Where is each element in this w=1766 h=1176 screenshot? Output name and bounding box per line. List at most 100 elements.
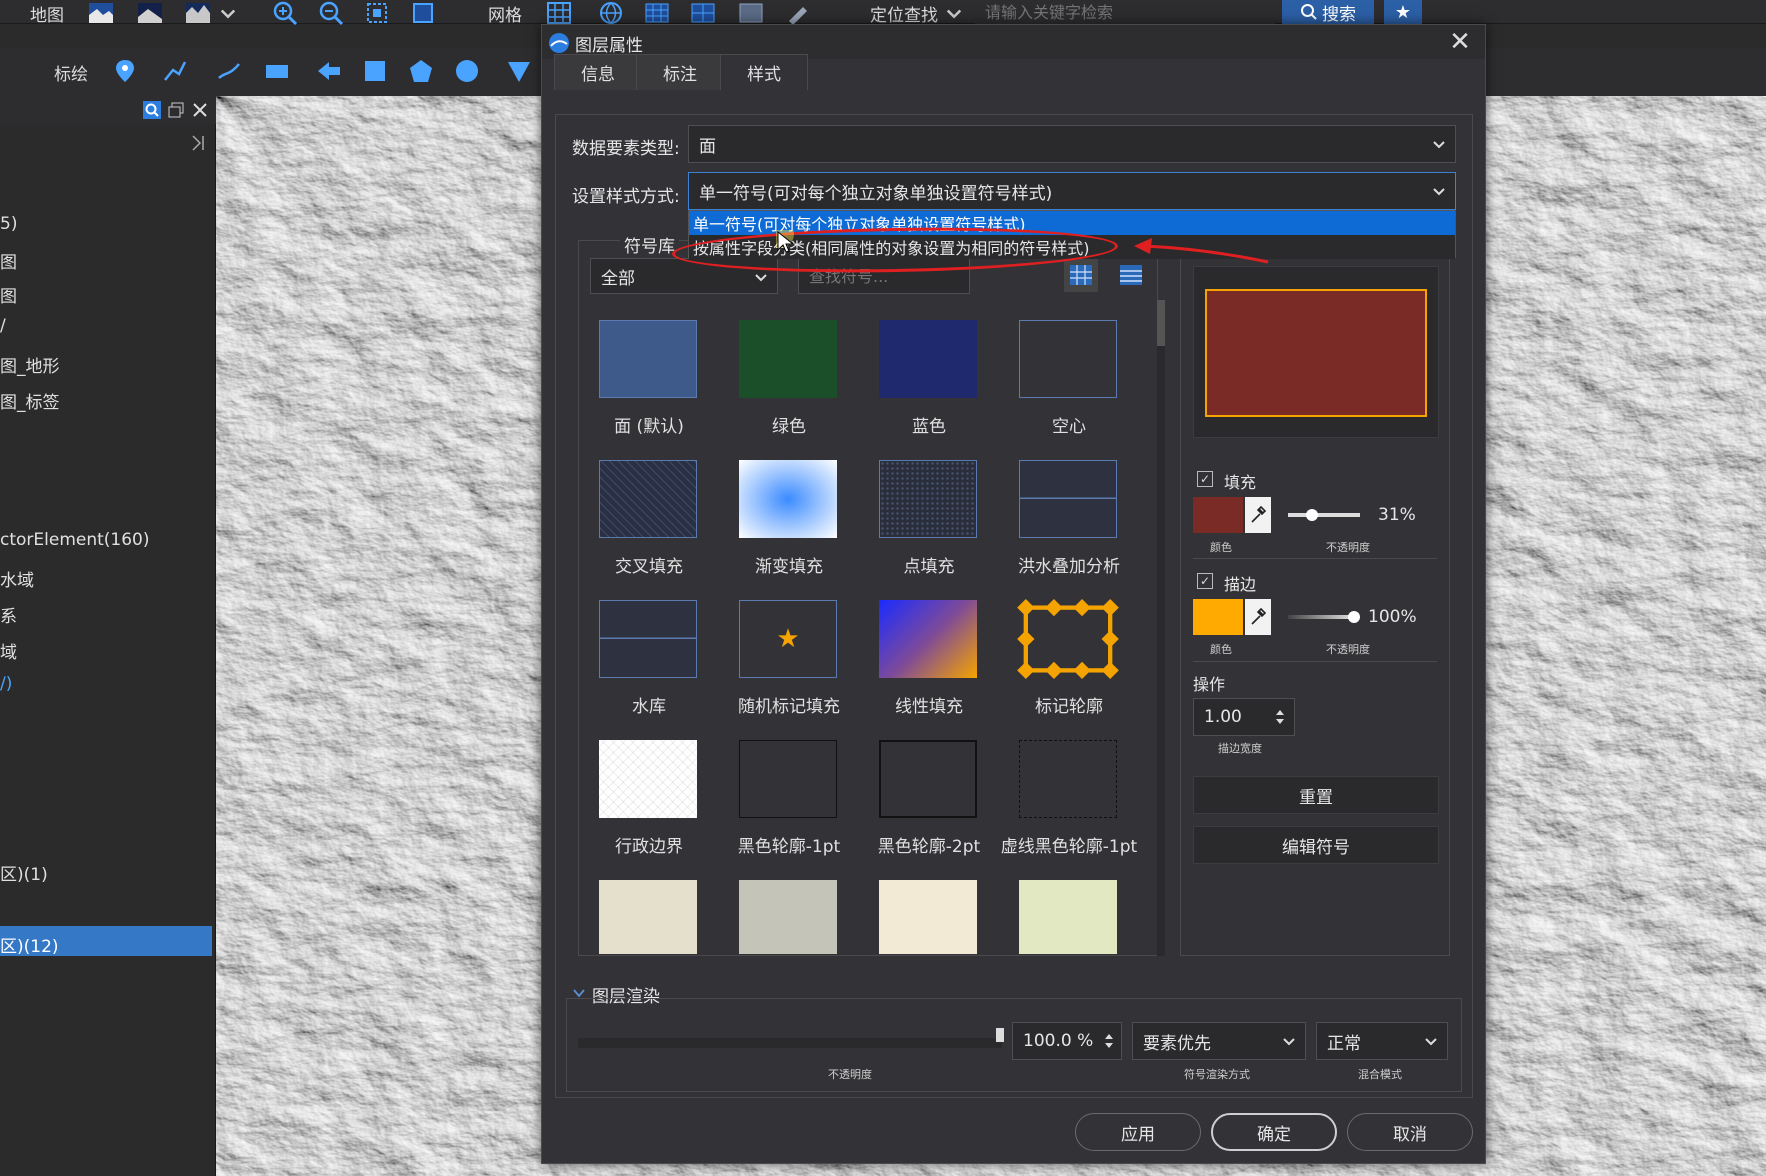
fill-checkbox[interactable]: ✓	[1197, 471, 1213, 487]
symbol-cross-hatch[interactable]: 交叉填充	[579, 460, 719, 590]
pin-icon[interactable]	[110, 58, 140, 84]
map-menu-label[interactable]: 地图	[30, 1, 64, 26]
reset-button[interactable]: 重置	[1193, 776, 1439, 814]
zoom-in-icon[interactable]	[270, 0, 300, 26]
layer-opacity-slider[interactable]	[578, 1038, 1002, 1048]
map-sheet-icon[interactable]	[736, 0, 766, 26]
ok-button[interactable]: 确定	[1211, 1113, 1337, 1151]
symbol-linear-fill[interactable]: 线性填充	[859, 600, 999, 730]
stroke-checkbox[interactable]: ✓	[1197, 573, 1213, 589]
data-type-select[interactable]: 面	[688, 125, 1456, 163]
layer-opacity-spinbox[interactable]: 100.0 %	[1012, 1022, 1122, 1060]
blend-mode-value: 正常	[1327, 1033, 1361, 1054]
chevron-down-icon[interactable]	[944, 0, 964, 26]
layer-item[interactable]: 系	[0, 602, 17, 627]
locate-menu-label[interactable]: 定位查找	[870, 1, 938, 26]
symbol-admin-boundary[interactable]: 行政边界	[579, 740, 719, 870]
km-grid-icon[interactable]	[642, 0, 672, 26]
symbol-gradient[interactable]: 渐变填充	[719, 460, 859, 590]
imagery-icon[interactable]	[135, 0, 165, 26]
symbol-render-mode-select[interactable]: 要素优先	[1132, 1022, 1306, 1060]
pentagon-icon[interactable]	[406, 58, 436, 84]
tab-info[interactable]: 信息	[554, 54, 642, 90]
stroke-opacity-knob[interactable]	[1348, 611, 1360, 623]
chevron-down-icon[interactable]	[218, 0, 238, 26]
clear-icon[interactable]	[782, 0, 812, 26]
sector-icon[interactable]	[504, 58, 534, 84]
spinner-arrows-icon[interactable]	[1274, 707, 1286, 727]
symbol-random-marker-fill[interactable]: ★ 随机标记填充	[719, 600, 859, 730]
symbol-black-outline-2pt[interactable]: 黑色轮廓-2pt	[859, 740, 999, 870]
fill-opacity-knob[interactable]	[1306, 509, 1318, 521]
symbol-grey[interactable]	[719, 880, 859, 954]
symbol-beige[interactable]	[579, 880, 719, 954]
symbol-marker-outline[interactable]: 标记轮廓	[999, 598, 1139, 730]
blend-mode-select[interactable]: 正常	[1316, 1022, 1448, 1060]
layer-item[interactable]: 图	[0, 248, 17, 273]
zoom-out-icon[interactable]	[316, 0, 346, 26]
search-button[interactable]: 搜索	[1282, 0, 1374, 25]
full-extent-icon[interactable]	[408, 0, 438, 26]
fill-opacity-slider[interactable]	[1288, 513, 1360, 517]
favorite-button[interactable]: ★	[1384, 0, 1422, 24]
layer-item[interactable]: /	[0, 316, 6, 336]
arrow-shape-icon[interactable]	[314, 58, 344, 84]
terrain-icon[interactable]	[183, 0, 213, 26]
symbol-cream[interactable]	[859, 880, 999, 954]
symbol-light-green[interactable]	[999, 880, 1139, 954]
apply-button[interactable]: 应用	[1075, 1113, 1201, 1151]
symbol-scrollbar-track[interactable]	[1157, 300, 1165, 956]
layer-item-selected[interactable]: 区)(12)	[0, 932, 59, 957]
symbol-default-fill[interactable]: 面 (默认)	[579, 320, 719, 450]
symbol-blue[interactable]: 蓝色	[859, 320, 999, 450]
grid-icon[interactable]	[544, 0, 574, 26]
layer-item[interactable]: 图	[0, 282, 17, 307]
symbol-dashed-black-outline[interactable]: 虚线黑色轮廓-1pt	[999, 740, 1139, 870]
search-icon[interactable]	[143, 101, 161, 119]
polyline-icon[interactable]	[160, 58, 190, 84]
symbol-scrollbar-thumb[interactable]	[1157, 300, 1165, 346]
collapse-panel-icon[interactable]	[190, 134, 206, 152]
layer-item-link[interactable]: /)	[0, 674, 12, 694]
fill-color-button[interactable]	[1193, 497, 1243, 533]
cancel-button[interactable]: 取消	[1347, 1113, 1473, 1151]
symbol-reservoir[interactable]: 水库	[579, 600, 719, 730]
symbol-hollow[interactable]: 空心	[999, 320, 1139, 450]
zoom-extent-icon[interactable]	[362, 0, 392, 26]
stroke-eyedropper-button[interactable]	[1245, 599, 1271, 635]
globe-icon[interactable]	[596, 0, 626, 26]
rectangle-icon[interactable]	[262, 58, 292, 84]
layer-item[interactable]: 图_标签	[0, 388, 60, 413]
stroke-color-button[interactable]	[1193, 599, 1243, 635]
circle-icon[interactable]	[452, 58, 482, 84]
layer-item[interactable]: 水域	[0, 566, 34, 591]
square-icon[interactable]	[360, 58, 390, 84]
fill-eyedropper-button[interactable]	[1245, 497, 1271, 533]
spinner-arrows-icon[interactable]	[1103, 1031, 1115, 1051]
layer-opacity-knob[interactable]	[996, 1028, 1004, 1042]
layer-item[interactable]: 域	[0, 638, 17, 663]
tab-label[interactable]: 标注	[636, 54, 724, 90]
basemap-icon[interactable]	[86, 0, 116, 26]
symbol-flood-overlay[interactable]: 洪水叠加分析	[999, 460, 1139, 590]
tab-style[interactable]: 样式	[720, 54, 808, 90]
stroke-width-spinbox[interactable]: 1.00	[1193, 698, 1295, 736]
float-window-icon[interactable]	[168, 102, 184, 118]
grid-menu-label[interactable]: 网格	[488, 1, 522, 26]
freehand-line-icon[interactable]	[214, 58, 244, 84]
layer-item[interactable]: 图_地形	[0, 352, 60, 377]
nm-grid-icon[interactable]	[688, 0, 718, 26]
plot-menu-label[interactable]: 标绘	[54, 60, 88, 85]
symbol-dot-fill[interactable]: 点填充	[859, 460, 999, 590]
style-mode-select[interactable]: 单一符号(可对每个独立对象单独设置符号样式)	[688, 172, 1456, 210]
layer-item[interactable]: 5)	[0, 214, 17, 234]
close-icon[interactable]: ✕	[1447, 29, 1473, 55]
search-input[interactable]	[975, 0, 1275, 24]
close-icon[interactable]	[192, 102, 208, 118]
symbol-green[interactable]: 绿色	[719, 320, 859, 450]
grid-view-button[interactable]	[1064, 258, 1098, 292]
layer-item[interactable]: 区)(1)	[0, 860, 48, 885]
layer-item[interactable]: ctorElement(160)	[0, 530, 150, 550]
symbol-black-outline-1pt[interactable]: 黑色轮廓-1pt	[719, 740, 859, 870]
edit-symbol-button[interactable]: 编辑符号	[1193, 826, 1439, 864]
